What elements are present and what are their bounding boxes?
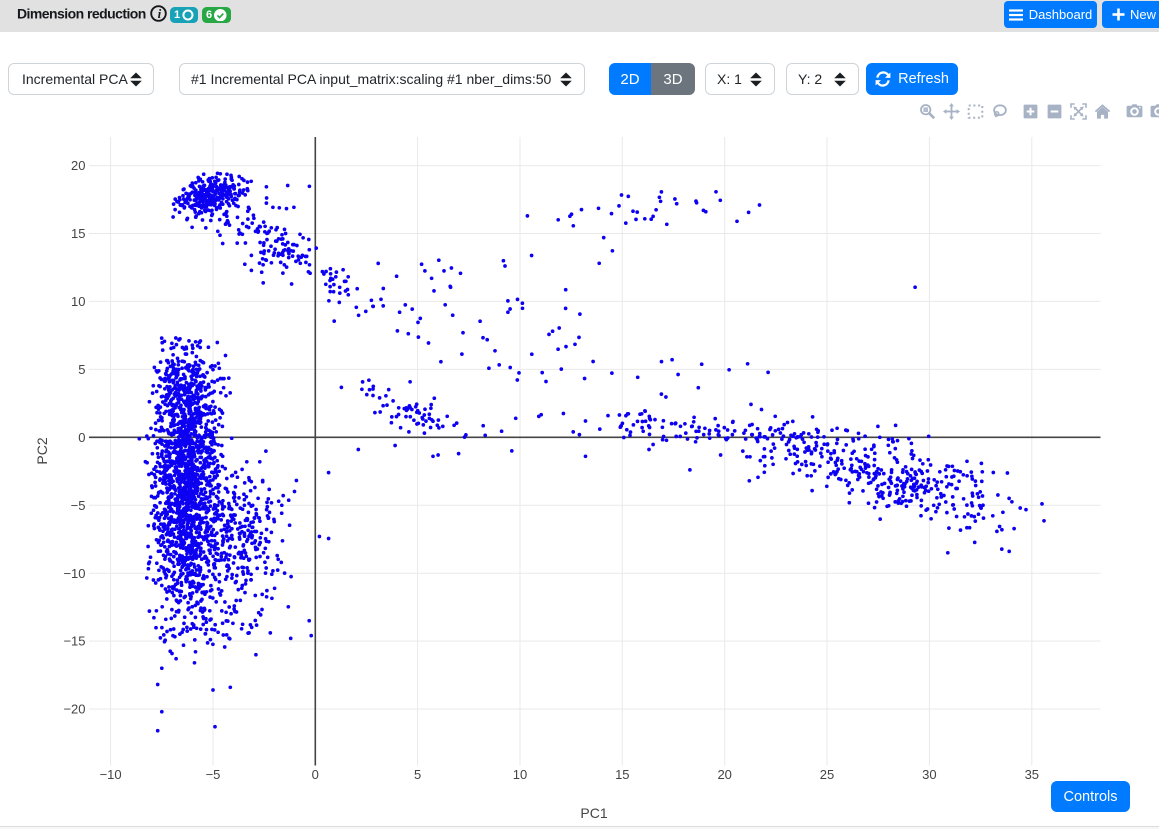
- svg-text:−15: −15: [63, 634, 85, 649]
- svg-text:0: 0: [78, 430, 85, 445]
- svg-text:25: 25: [820, 767, 834, 782]
- svg-text:5: 5: [414, 767, 421, 782]
- svg-text:10: 10: [71, 294, 85, 309]
- svg-text:−5: −5: [206, 767, 221, 782]
- svg-text:PC1: PC1: [580, 805, 607, 821]
- svg-text:−10: −10: [63, 566, 85, 581]
- svg-text:5: 5: [78, 362, 85, 377]
- svg-text:35: 35: [1025, 767, 1039, 782]
- svg-text:0: 0: [312, 767, 319, 782]
- svg-text:20: 20: [71, 158, 85, 173]
- svg-text:i: i: [157, 6, 161, 21]
- svg-text:10: 10: [513, 767, 527, 782]
- svg-text:30: 30: [922, 767, 936, 782]
- svg-text:−10: −10: [100, 767, 122, 782]
- svg-text:PC2: PC2: [34, 437, 50, 464]
- svg-text:−20: −20: [63, 702, 85, 717]
- svg-text:−5: −5: [71, 498, 86, 513]
- svg-text:15: 15: [71, 226, 85, 241]
- svg-text:20: 20: [717, 767, 731, 782]
- svg-text:15: 15: [615, 767, 629, 782]
